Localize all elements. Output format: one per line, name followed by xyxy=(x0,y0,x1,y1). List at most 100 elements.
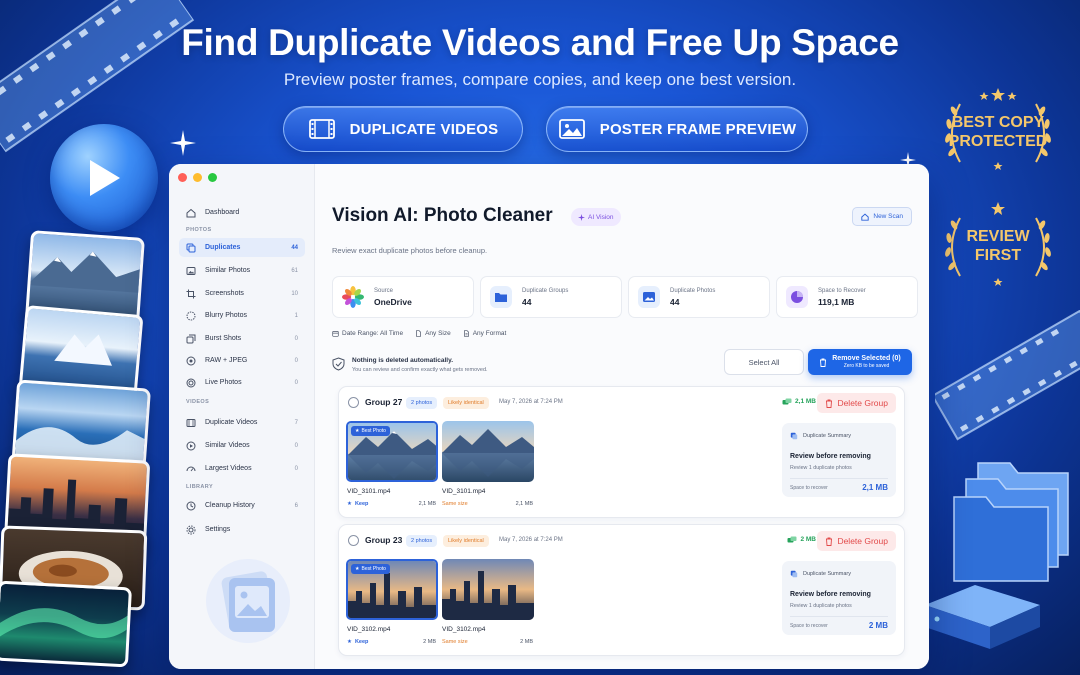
size-filter-label: Any Size xyxy=(425,330,451,337)
history-icon xyxy=(186,501,196,511)
sidebar-item-duplicates[interactable]: Duplicates 44 xyxy=(179,238,305,257)
video-thumbnail-best[interactable]: ★ Best Photo xyxy=(346,421,438,482)
group-select-radio[interactable] xyxy=(348,535,359,546)
date-range-filter[interactable]: Date Range: All Time xyxy=(332,330,403,337)
star-icon: ★ xyxy=(347,639,352,645)
sidebar-item-live-photos[interactable]: Live Photos 0 xyxy=(179,373,305,392)
sidebar-item-label: Cleanup History xyxy=(205,502,255,509)
sparkle-icon xyxy=(170,130,196,156)
stat-card-source: Source OneDrive xyxy=(332,276,474,318)
gear-icon xyxy=(186,525,196,535)
safety-notice: Nothing is deleted automatically. You ca… xyxy=(332,357,488,373)
sidebar-item-count: 6 xyxy=(294,502,298,509)
filters-bar: Date Range: All Time Any Size Any Format xyxy=(332,330,506,337)
minimize-window-button[interactable] xyxy=(193,173,202,182)
new-scan-label: New Scan xyxy=(873,213,903,220)
duplicate-group-card: Group 27 2 photos Likely identical May 7… xyxy=(338,386,905,518)
database-icon xyxy=(782,398,792,405)
summary-divider xyxy=(790,616,888,617)
copy-icon xyxy=(790,570,798,578)
notice-title: Nothing is deleted automatically. xyxy=(352,357,454,364)
file-name: VID_3101.mp4 xyxy=(347,488,391,495)
notice-text: You can review and confirm exactly what … xyxy=(352,367,488,373)
group-name: Group 23 xyxy=(365,535,403,545)
sidebar-item-burst-shots[interactable]: Burst Shots 0 xyxy=(179,329,305,348)
select-all-button[interactable]: Select All xyxy=(724,349,804,375)
star-icon: ★ xyxy=(355,428,360,434)
stat-label: Space to Recover xyxy=(818,287,866,294)
sidebar-item-label: Duplicate Videos xyxy=(205,419,258,426)
sidebar-item-count: 0 xyxy=(294,357,298,364)
city-skyline-thumbnail xyxy=(442,559,534,620)
group-size: 2,1 MB xyxy=(782,398,816,405)
section-videos: VIDEOS xyxy=(186,399,210,405)
sidebar-item-label: Screenshots xyxy=(205,290,244,297)
sidebar-item-count: 44 xyxy=(291,244,298,251)
video-thumbnail-duplicate[interactable] xyxy=(442,421,534,482)
duplicate-videos-pill: DUPLICATE VIDEOS xyxy=(283,106,523,152)
close-window-button[interactable] xyxy=(178,173,187,182)
blur-icon xyxy=(186,311,196,321)
group-date: May 7, 2026 at 7:24 PM xyxy=(499,399,563,405)
image-icon xyxy=(638,286,660,308)
sidebar-item-similar-photos[interactable]: Similar Photos 61 xyxy=(179,261,305,280)
sidebar-item-label: Burst Shots xyxy=(205,335,242,342)
sparkle-icon xyxy=(578,213,585,221)
sidebar-item-duplicate-videos[interactable]: Duplicate Videos 7 xyxy=(179,413,305,432)
sidebar: Dashboard PHOTOS Duplicates 44 Similar P… xyxy=(169,164,315,669)
review-first-badge: REVIEW FIRST xyxy=(938,196,1058,296)
sidebar-item-blurry-photos[interactable]: Blurry Photos 1 xyxy=(179,306,305,325)
video-thumbnail-duplicate[interactable] xyxy=(442,559,534,620)
app-window: Dashboard PHOTOS Duplicates 44 Similar P… xyxy=(169,164,929,669)
sidebar-item-cleanup-history[interactable]: Cleanup History 6 xyxy=(179,496,305,515)
sidebar-item-screenshots[interactable]: Screenshots 10 xyxy=(179,284,305,303)
group-size: 2 MB xyxy=(787,536,816,543)
sidebar-item-similar-videos[interactable]: Similar Videos 0 xyxy=(179,436,305,455)
stat-card-space-to-recover: Space to Recover 119,1 MB xyxy=(776,276,918,318)
video-thumbnail-best[interactable]: ★ Best Photo xyxy=(346,559,438,620)
remove-selected-button[interactable]: Remove Selected (0) Zero KB to be saved xyxy=(808,349,912,375)
trash-icon xyxy=(820,358,827,367)
trash-icon xyxy=(826,399,833,408)
film-strip-decoration xyxy=(935,310,1080,441)
delete-group-button[interactable]: Delete Group xyxy=(817,393,896,413)
best-copy-protected-badge: BEST COPY PROTECTED xyxy=(938,82,1058,182)
sidebar-item-label: Live Photos xyxy=(205,379,242,386)
sidebar-item-label: Settings xyxy=(205,526,231,533)
film-icon xyxy=(308,119,335,139)
duplicate-videos-label: DUPLICATE VIDEOS xyxy=(349,120,499,138)
group-count-badge: 2 photos xyxy=(406,535,438,547)
film-icon xyxy=(186,418,196,428)
delete-group-label: Delete Group xyxy=(837,536,888,546)
burst-icon xyxy=(186,334,196,344)
delete-group-button[interactable]: Delete Group xyxy=(817,531,896,551)
stat-value: 44 xyxy=(522,296,532,307)
group-size-value: 2,1 MB xyxy=(795,398,816,405)
file-size: 2,1 MB xyxy=(515,501,533,507)
copy-icon xyxy=(790,432,798,440)
page-subtitle: Review exact duplicate photos before cle… xyxy=(332,246,488,255)
group-select-radio[interactable] xyxy=(348,397,359,408)
onedrive-photos-icon xyxy=(342,286,364,308)
sidebar-item-largest-videos[interactable]: Largest Videos 0 xyxy=(179,459,305,478)
sidebar-item-label: RAW + JPEG xyxy=(205,357,248,364)
stat-label: Duplicate Groups xyxy=(522,287,569,294)
zoom-window-button[interactable] xyxy=(208,173,217,182)
sidebar-item-raw-jpeg[interactable]: RAW + JPEG 0 xyxy=(179,351,305,370)
file-name: VID_3101.mp4 xyxy=(442,488,486,495)
keep-label: ★ Keep xyxy=(347,501,369,507)
new-scan-button[interactable]: New Scan xyxy=(852,207,912,226)
star-icon: ★ xyxy=(355,566,360,572)
ai-vision-label: AI Vision xyxy=(588,213,614,221)
sidebar-item-dashboard[interactable]: Dashboard xyxy=(179,203,305,222)
format-filter-label: Any Format xyxy=(472,330,507,337)
size-filter[interactable]: Any Size xyxy=(415,330,451,337)
summary-title: Duplicate Summary xyxy=(790,432,851,440)
hard-drive-icon xyxy=(925,585,1040,649)
sidebar-item-count: 0 xyxy=(294,379,298,386)
photos-illustration xyxy=(206,559,290,643)
sidebar-item-label: Similar Photos xyxy=(205,267,251,274)
format-filter[interactable]: Any Format xyxy=(463,330,507,337)
stat-card-duplicate-groups: Duplicate Groups 44 xyxy=(480,276,622,318)
sidebar-item-settings[interactable]: Settings xyxy=(179,520,305,539)
